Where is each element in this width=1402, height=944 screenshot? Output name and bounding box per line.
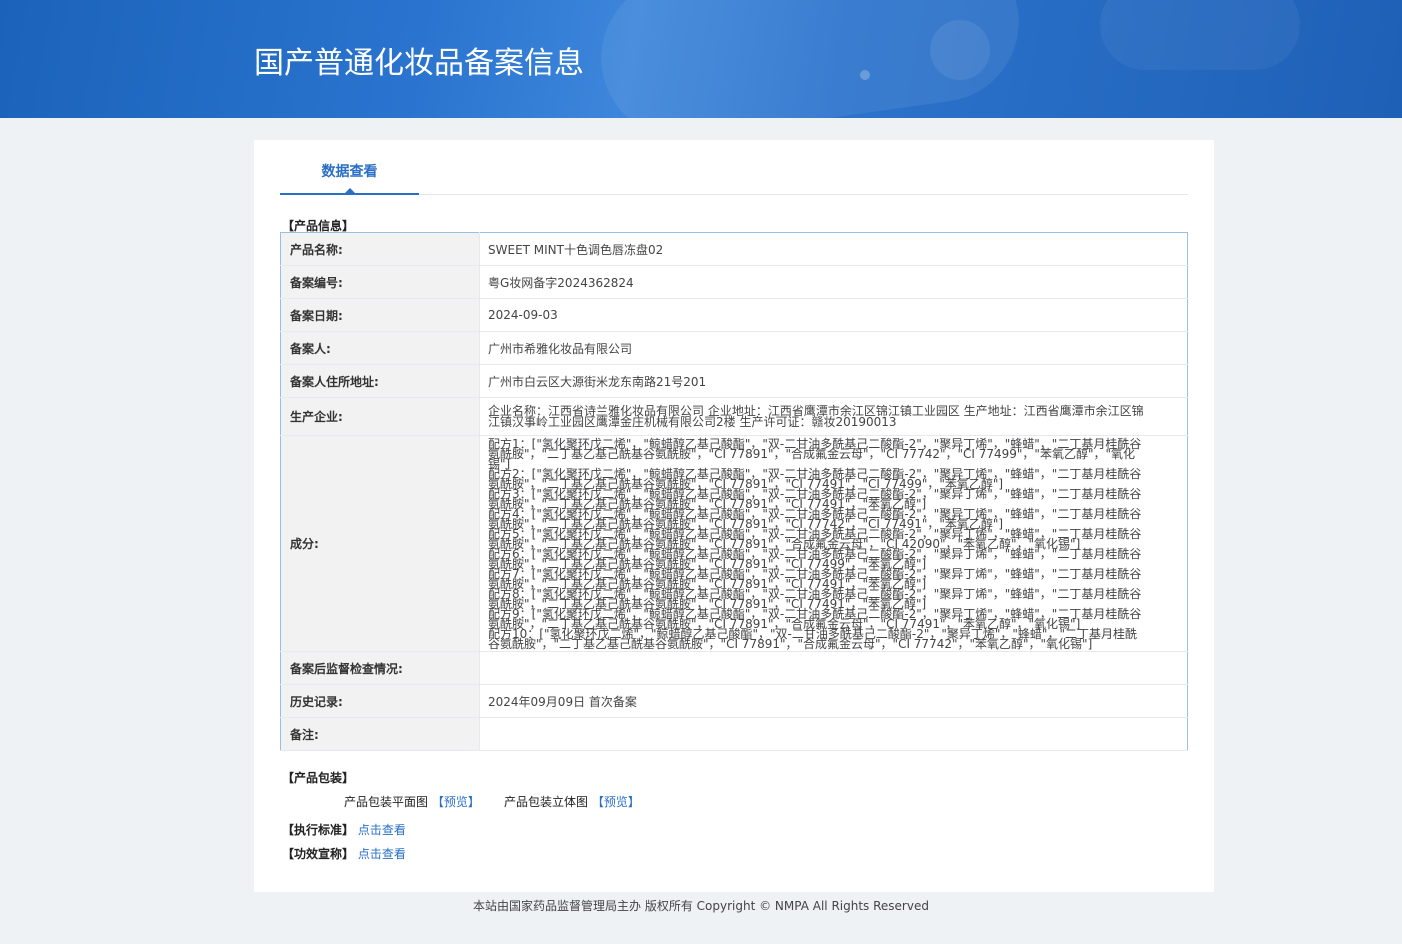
table-row: 备案人住所地址: 广州市白云区大源街米龙东南路21号201 [280, 364, 1188, 398]
standard-row: 【执行标准】 点击查看 [282, 821, 406, 838]
packaging-heading: 【产品包装】 [282, 771, 355, 785]
packaging-flat-item: 产品包装平面图 【预览】 [344, 793, 480, 810]
row-label-history: 历史记录: [280, 684, 480, 718]
banner-decoration [930, 20, 990, 80]
table-row: 备案后监督检查情况: [280, 651, 1188, 685]
tab-active-caret-icon [344, 188, 356, 194]
footer-copyright: 本站由国家药品监督管理局主办 版权所有 Copyright © NMPA All… [473, 899, 929, 913]
row-value-history: 2024年09月09日 首次备案 [479, 684, 1188, 718]
table-row: 生产企业: 企业名称：江西省诗兰雅化妆品有限公司 企业地址：江西省鹰潭市余江区锦… [280, 397, 1188, 436]
row-value-filer-address: 广州市白云区大源街米龙东南路21号201 [479, 364, 1188, 398]
table-row: 产品名称: SWEET MINT十色调色唇冻盘02 [280, 232, 1188, 266]
efficacy-row: 【功效宣称】 点击查看 [282, 845, 406, 862]
tab-data-view[interactable]: 数据查看 [280, 140, 419, 195]
packaging-flat-preview-link[interactable]: 【预览】 [432, 795, 480, 809]
table-row: 历史记录: 2024年09月09日 首次备案 [280, 684, 1188, 718]
row-label-filer-address: 备案人住所地址: [280, 364, 480, 398]
row-value-inspection [479, 651, 1188, 685]
row-label-filing-number: 备案编号: [280, 265, 480, 299]
efficacy-label: 【功效宣称】 [282, 847, 355, 861]
row-value-manufacturer: 企业名称：江西省诗兰雅化妆品有限公司 企业地址：江西省鹰潭市余江区锦江镇工业园区… [479, 397, 1188, 436]
table-row: 备注: [280, 717, 1188, 751]
packaging-stereo-item: 产品包装立体图 【预览】 [504, 793, 640, 810]
efficacy-view-link[interactable]: 点击查看 [358, 847, 406, 861]
table-row: 备案日期: 2024-09-03 [280, 298, 1188, 332]
table-row: 备案人: 广州市希雅化妆品有限公司 [280, 331, 1188, 365]
row-label-remarks: 备注: [280, 717, 480, 751]
row-label-inspection: 备案后监督检查情况: [280, 651, 480, 685]
table-row: 成分: 配方1：["氢化聚环戊二烯"，"鲸蜡醇乙基己酸酯"，"双-二甘油多酰基己… [280, 435, 1188, 652]
table-row: 备案编号: 粤G妆网备字2024362824 [280, 265, 1188, 299]
row-label-filer: 备案人: [280, 331, 480, 365]
row-label-ingredients: 成分: [280, 435, 480, 652]
row-value-filing-number: 粤G妆网备字2024362824 [479, 265, 1188, 299]
row-label-product-name: 产品名称: [280, 232, 480, 266]
page-title: 国产普通化妆品备案信息 [254, 46, 584, 81]
content-card: 数据查看 【产品信息】 产品名称: SWEET MINT十色调色唇冻盘02 备案… [254, 140, 1214, 892]
row-value-filing-date: 2024-09-03 [479, 298, 1188, 332]
row-value-ingredients: 配方1：["氢化聚环戊二烯"，"鲸蜡醇乙基己酸酯"，"双-二甘油多酰基己二酸酯-… [479, 435, 1188, 652]
row-label-manufacturer: 生产企业: [280, 397, 480, 436]
standard-label: 【执行标准】 [282, 823, 355, 837]
banner-decoration [1100, 0, 1300, 70]
row-label-filing-date: 备案日期: [280, 298, 480, 332]
standard-view-link[interactable]: 点击查看 [358, 823, 406, 837]
tab-bar: 数据查看 [280, 140, 1188, 195]
packaging-stereo-label: 产品包装立体图 [504, 795, 589, 809]
packaging-stereo-preview-link[interactable]: 【预览】 [592, 795, 640, 809]
row-value-filer: 广州市希雅化妆品有限公司 [479, 331, 1188, 365]
product-info-table: 产品名称: SWEET MINT十色调色唇冻盘02 备案编号: 粤G妆网备字20… [280, 232, 1188, 751]
header-banner: 国产普通化妆品备案信息 [0, 0, 1402, 118]
packaging-flat-label: 产品包装平面图 [344, 795, 429, 809]
row-value-product-name: SWEET MINT十色调色唇冻盘02 [479, 232, 1188, 266]
row-value-remarks [479, 717, 1188, 751]
banner-decoration [860, 70, 870, 80]
